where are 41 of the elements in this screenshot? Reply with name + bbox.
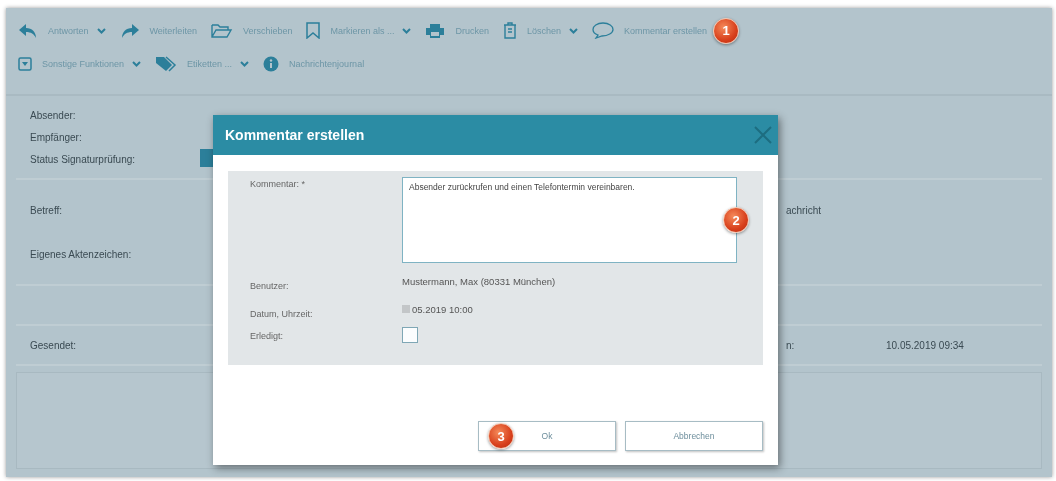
field-value: Mustermann, Max (80331 München) — [402, 275, 557, 287]
folder-icon — [210, 22, 233, 39]
toolbar-button[interactable]: Antworten — [18, 20, 106, 41]
trash-icon — [503, 22, 517, 39]
field-label: Datum, Uhrzeit: — [250, 308, 314, 319]
field-label: Gesendet: — [30, 339, 78, 351]
checkbox[interactable] — [402, 327, 418, 343]
field-value: 10.05.2019 09:34 — [886, 339, 964, 351]
field-value: 05.2019 10:00 — [412, 303, 473, 315]
printer-icon — [425, 22, 446, 39]
callout-number: 1 — [713, 17, 740, 44]
field-label: n: — [786, 339, 795, 351]
dropdown-box-icon — [18, 56, 32, 71]
field-label: Status Signaturprüfung: — [30, 153, 137, 165]
field-label: Absender: — [30, 109, 77, 121]
bookmark-icon — [306, 22, 321, 39]
dialog-button[interactable]: Abbrechen — [625, 421, 763, 451]
reply-icon — [18, 22, 38, 39]
dialog-title: Kommentar erstellen — [225, 127, 365, 143]
field-label: achricht — [786, 204, 821, 216]
toolbar-button[interactable]: Nachrichtenjournal — [263, 53, 365, 74]
forward-icon — [119, 22, 140, 39]
field-label: Betreff: — [30, 204, 64, 216]
toolbar-button[interactable]: Drucken — [425, 20, 489, 41]
speech-bubble-icon — [592, 22, 614, 39]
toolbar-button[interactable]: Weiterleiten — [119, 20, 197, 41]
field-label: Benutzer: — [250, 280, 290, 291]
close-icon[interactable] — [754, 126, 772, 144]
field-label: Kommentar: * — [250, 178, 307, 189]
toolbar-button[interactable]: Sonstige Funktionen — [18, 54, 142, 73]
field-label: Empfänger: — [30, 131, 83, 143]
toolbar-button[interactable]: Löschen — [503, 20, 578, 41]
field-label: Eigenes Aktenzeichen: — [30, 248, 133, 260]
toolbar-button[interactable]: Verschieben — [210, 20, 293, 41]
calendar-icon — [402, 305, 410, 313]
toolbar-button[interactable]: Markieren als ... — [306, 20, 412, 41]
info-icon — [263, 55, 280, 72]
toolbar-button[interactable]: Kommentar erstellen — [592, 20, 708, 41]
toolbar-button[interactable]: Etiketten ... — [155, 53, 250, 74]
tag-icon — [155, 55, 178, 72]
field-label: Erledigt: — [250, 330, 285, 341]
